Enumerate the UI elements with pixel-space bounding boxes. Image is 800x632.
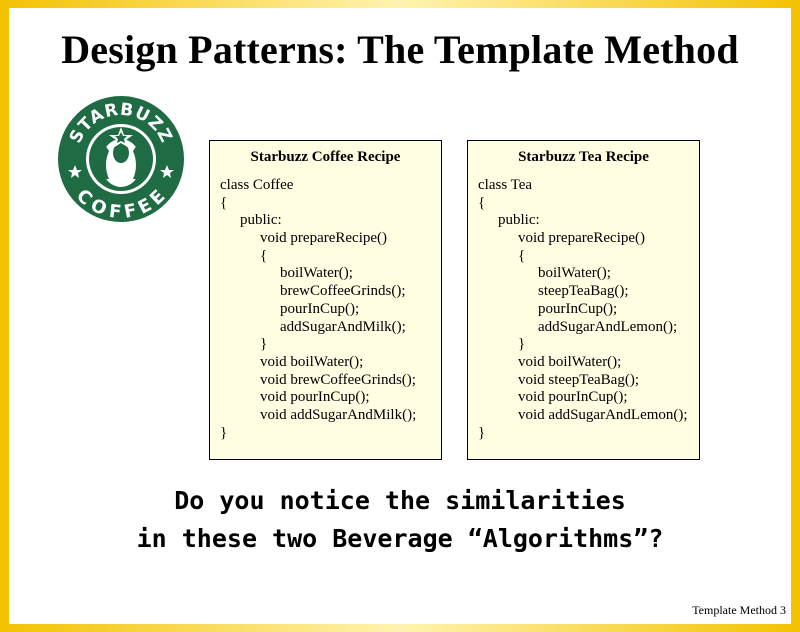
code-line: brewCoffeeGrinds(); bbox=[280, 283, 406, 300]
code-line: pourInCup(); bbox=[538, 300, 618, 317]
code-line: void brewCoffeeGrinds(); bbox=[260, 371, 416, 388]
code-line: void steepTeaBag(); bbox=[518, 371, 639, 388]
code-line: void pourInCup(); bbox=[260, 389, 370, 406]
code-line: void prepareRecipe() bbox=[260, 230, 388, 247]
code-line: } bbox=[518, 336, 526, 353]
code-line: pourInCup(); bbox=[280, 300, 360, 317]
code-line: { bbox=[478, 194, 486, 211]
code-line: } bbox=[478, 424, 486, 441]
coffee-recipe-box: Starbuzz Coffee Recipe class Coffee { pu… bbox=[209, 140, 442, 460]
code-line: class Tea bbox=[478, 177, 533, 193]
code-line: void addSugarAndMilk(); bbox=[260, 406, 417, 423]
code-line: void pourInCup(); bbox=[518, 389, 628, 406]
tea-recipe-box: Starbuzz Tea Recipe class Tea { public: … bbox=[467, 140, 700, 460]
question-line-1: Do you notice the similarities bbox=[174, 486, 626, 515]
similarity-question: Do you notice the similarities in these … bbox=[0, 482, 800, 558]
code-line: addSugarAndLemon(); bbox=[538, 318, 678, 335]
coffee-recipe-title: Starbuzz Coffee Recipe bbox=[250, 149, 401, 165]
code-line: public: bbox=[498, 212, 540, 229]
code-line: void boilWater(); bbox=[518, 353, 622, 370]
code-line: addSugarAndMilk(); bbox=[280, 318, 406, 335]
code-line: class Coffee bbox=[220, 177, 294, 193]
code-line: { bbox=[220, 194, 228, 211]
code-line: boilWater(); bbox=[280, 265, 353, 282]
code-line: steepTeaBag(); bbox=[538, 283, 629, 300]
slide-footer: Template Method 3 bbox=[692, 603, 786, 617]
code-line: void addSugarAndLemon(); bbox=[518, 406, 688, 423]
code-line: void boilWater(); bbox=[260, 353, 364, 370]
tea-recipe-title: Starbuzz Tea Recipe bbox=[518, 149, 649, 165]
code-line: { bbox=[518, 247, 526, 264]
code-line: public: bbox=[240, 212, 282, 229]
code-line: void prepareRecipe() bbox=[518, 230, 646, 247]
tea-code: class Tea { public: void prepareRecipe()… bbox=[478, 177, 688, 442]
code-line: boilWater(); bbox=[538, 265, 611, 282]
code-line: { bbox=[260, 247, 268, 264]
question-line-2: in these two Beverage “Algorithms”? bbox=[136, 524, 664, 553]
code-line: } bbox=[220, 424, 228, 441]
coffee-code: class Coffee { public: void prepareRecip… bbox=[220, 177, 416, 442]
slide-title: Design Patterns: The Template Method bbox=[61, 27, 739, 72]
code-line: } bbox=[260, 336, 268, 353]
starbuzz-coffee-logo-icon: STARBUZZ COFFEE bbox=[58, 96, 184, 223]
